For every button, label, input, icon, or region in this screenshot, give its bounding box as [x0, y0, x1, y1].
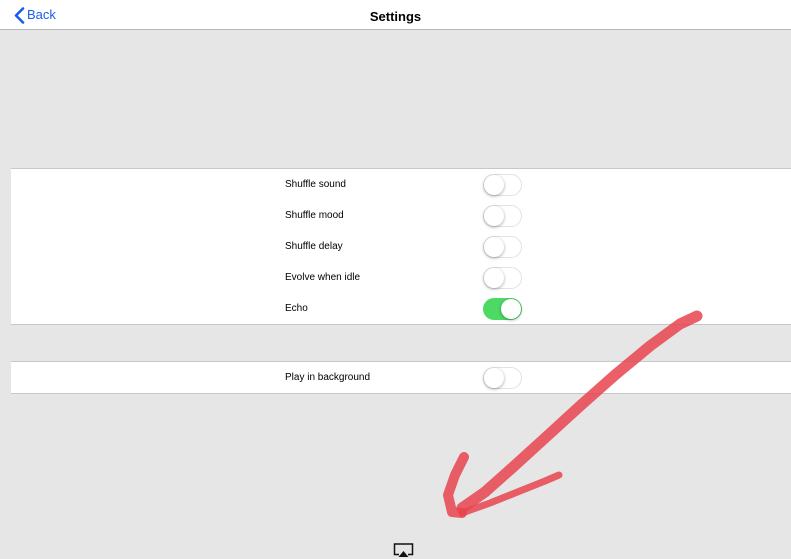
page-title: Settings — [369, 9, 422, 24]
setting-label: Echo — [285, 303, 308, 314]
toggle-knob — [484, 206, 504, 226]
toggle-knob — [484, 175, 504, 195]
setting-row-evolve-when-idle: Evolve when idle — [11, 262, 791, 293]
shuffle-delay-toggle[interactable] — [483, 236, 522, 258]
setting-label: Play in background — [285, 372, 371, 383]
setting-label: Evolve when idle — [285, 272, 361, 283]
setting-row-shuffle-delay: Shuffle delay — [11, 231, 791, 262]
toggle-knob — [501, 299, 521, 319]
setting-row-play-in-background: Play in background — [11, 362, 791, 393]
setting-label: Shuffle delay — [285, 241, 343, 252]
settings-group-shuffle: Shuffle sound Shuffle mood Shuffle delay… — [11, 168, 791, 325]
setting-row-shuffle-sound: Shuffle sound — [11, 169, 791, 200]
toggle-knob — [484, 368, 504, 388]
setting-row-echo: Echo — [11, 293, 791, 324]
settings-group-background: Play in background — [11, 361, 791, 394]
shuffle-sound-toggle[interactable] — [483, 174, 522, 196]
shuffle-mood-toggle[interactable] — [483, 205, 522, 227]
echo-toggle[interactable] — [483, 298, 522, 320]
airplay-icon[interactable] — [393, 543, 414, 557]
evolve-when-idle-toggle[interactable] — [483, 267, 522, 289]
setting-row-shuffle-mood: Shuffle mood — [11, 200, 791, 231]
setting-label: Shuffle sound — [285, 179, 346, 190]
setting-label: Shuffle mood — [285, 210, 344, 221]
toggle-knob — [484, 268, 504, 288]
play-in-background-toggle[interactable] — [483, 367, 522, 389]
toggle-knob — [484, 237, 504, 257]
navigation-bar: Back Settings — [0, 0, 791, 30]
